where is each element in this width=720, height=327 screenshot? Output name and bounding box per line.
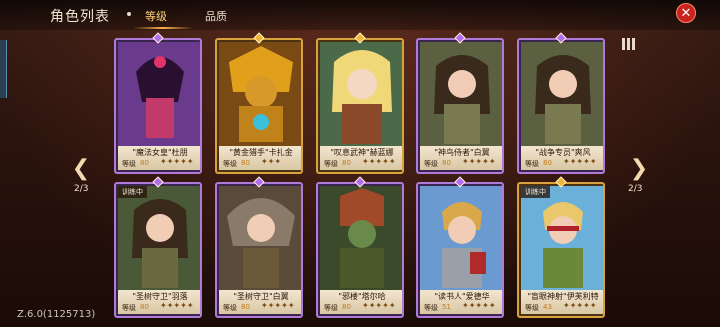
training-badge: 训练中 bbox=[118, 186, 147, 198]
version-text: Z.6.0(1125713) bbox=[17, 309, 96, 320]
hero-portrait bbox=[420, 42, 502, 150]
card-nameplate: "战争专员"爽风 等级 80 ✦✦✦✦✦ bbox=[521, 146, 603, 170]
active-tab-underline bbox=[133, 27, 193, 29]
star-rating: ✦✦✦✦✦ bbox=[261, 301, 295, 310]
chevron-left-icon: ❮ bbox=[71, 156, 91, 181]
chevron-right-icon: ❯ bbox=[629, 156, 649, 181]
tab-quality[interactable]: 品质 bbox=[205, 8, 227, 24]
next-page-button[interactable]: ❯ bbox=[628, 158, 650, 180]
card-frame: "读书人"爱德华 等级 51 ✦✦✦✦✦ bbox=[416, 182, 504, 318]
hero-portrait bbox=[521, 186, 603, 294]
level-value: 80 bbox=[342, 159, 351, 167]
level-value: 80 bbox=[543, 159, 552, 167]
card-nameplate: "圣树守卫"白翼 等级 80 ✦✦✦✦✦ bbox=[219, 290, 301, 314]
level-value: 80 bbox=[241, 303, 250, 311]
hero-card[interactable]: "圣树守卫"白翼 等级 80 ✦✦✦✦✦ bbox=[215, 176, 303, 318]
level-value: 80 bbox=[140, 303, 149, 311]
star-rating: ✦✦✦✦✦ bbox=[462, 157, 496, 166]
card-nameplate: "读书人"爱德华 等级 51 ✦✦✦✦✦ bbox=[420, 290, 502, 314]
level-value: 43 bbox=[543, 303, 552, 311]
star-rating: ✦✦✦✦✦ bbox=[362, 301, 396, 310]
card-nameplate: "魔法女皇"杜朋 等级 80 ✦✦✦✦✦ bbox=[118, 146, 200, 170]
hero-portrait bbox=[320, 42, 402, 150]
hero-portrait bbox=[420, 186, 502, 294]
star-rating: ✦✦✦✦✦ bbox=[160, 301, 194, 310]
hero-card[interactable]: "神鸟侍者"白翼 等级 80 ✦✦✦✦✦ bbox=[416, 32, 504, 174]
level-label: 等级 bbox=[122, 160, 136, 168]
card-nameplate: "圣树守卫"羽落 等级 80 ✦✦✦✦✦ bbox=[118, 290, 200, 314]
page-indicator-right: 2/3 bbox=[628, 184, 643, 194]
card-frame: "黄金猎手"卡扎金 等级 80 ✦✦✦ bbox=[215, 38, 303, 174]
hero-portrait bbox=[320, 186, 402, 294]
card-frame: 训练中 "圣树守卫"羽落 等级 80 ✦✦✦✦✦ bbox=[114, 182, 202, 318]
card-frame: "邪楼"塔尔哈 等级 80 ✦✦✦✦✦ bbox=[316, 182, 404, 318]
card-nameplate: "神鸟侍者"白翼 等级 80 ✦✦✦✦✦ bbox=[420, 146, 502, 170]
hero-card[interactable]: "魔法女皇"杜朋 等级 80 ✦✦✦✦✦ bbox=[114, 32, 202, 174]
side-tab-handle[interactable] bbox=[0, 40, 7, 98]
hero-portrait bbox=[219, 42, 301, 150]
card-frame: "战争专员"爽风 等级 80 ✦✦✦✦✦ bbox=[517, 38, 605, 174]
level-label: 等级 bbox=[324, 160, 338, 168]
card-frame: "魔法女皇"杜朋 等级 80 ✦✦✦✦✦ bbox=[114, 38, 202, 174]
card-nameplate: "盲眼神射"伊芙利特 等级 43 ✦✦✦✦✦ bbox=[521, 290, 603, 314]
star-rating: ✦✦✦✦✦ bbox=[563, 301, 597, 310]
hero-portrait bbox=[521, 42, 603, 150]
star-rating: ✦✦✦✦✦ bbox=[563, 157, 597, 166]
card-nameplate: "黄金猎手"卡扎金 等级 80 ✦✦✦ bbox=[219, 146, 301, 170]
level-label: 等级 bbox=[122, 304, 136, 312]
level-value: 80 bbox=[342, 303, 351, 311]
filter-icon[interactable] bbox=[622, 38, 636, 50]
training-badge: 训练中 bbox=[521, 186, 550, 198]
hero-card[interactable]: "叹息武神"赫蓝娜 等级 80 ✦✦✦✦✦ bbox=[316, 32, 404, 174]
level-value: 80 bbox=[241, 159, 250, 167]
level-label: 等级 bbox=[223, 160, 237, 168]
level-value: 80 bbox=[442, 159, 451, 167]
star-rating: ✦✦✦✦✦ bbox=[462, 301, 496, 310]
hero-card[interactable]: "读书人"爱德华 等级 51 ✦✦✦✦✦ bbox=[416, 176, 504, 318]
tab-level[interactable]: 等级 bbox=[145, 8, 167, 24]
page-title: 角色列表 bbox=[50, 9, 110, 25]
hero-card[interactable]: "黄金猎手"卡扎金 等级 80 ✦✦✦ bbox=[215, 32, 303, 174]
card-frame: 训练中 "盲眼神射"伊芙利特 等级 43 ✦✦✦✦✦ bbox=[517, 182, 605, 318]
star-rating: ✦✦✦✦✦ bbox=[160, 157, 194, 166]
close-button[interactable]: ✕ bbox=[676, 3, 696, 23]
card-frame: "圣树守卫"白翼 等级 80 ✦✦✦✦✦ bbox=[215, 182, 303, 318]
hero-card[interactable]: 训练中 "盲眼神射"伊芙利特 等级 43 ✦✦✦✦✦ bbox=[517, 176, 605, 318]
hero-portrait bbox=[118, 42, 200, 150]
hero-card[interactable]: "战争专员"爽风 等级 80 ✦✦✦✦✦ bbox=[517, 32, 605, 174]
card-frame: "神鸟侍者"白翼 等级 80 ✦✦✦✦✦ bbox=[416, 38, 504, 174]
tab-indicator-dot bbox=[127, 12, 131, 16]
level-label: 等级 bbox=[223, 304, 237, 312]
page-indicator-left: 2/3 bbox=[74, 184, 89, 194]
card-nameplate: "邪楼"塔尔哈 等级 80 ✦✦✦✦✦ bbox=[320, 290, 402, 314]
prev-page-button[interactable]: ❮ bbox=[70, 158, 92, 180]
hero-portrait bbox=[219, 186, 301, 294]
level-label: 等级 bbox=[324, 304, 338, 312]
hero-card[interactable]: 训练中 "圣树守卫"羽落 等级 80 ✦✦✦✦✦ bbox=[114, 176, 202, 318]
level-label: 等级 bbox=[525, 160, 539, 168]
hero-card[interactable]: "邪楼"塔尔哈 等级 80 ✦✦✦✦✦ bbox=[316, 176, 404, 318]
level-value: 80 bbox=[140, 159, 149, 167]
close-icon: ✕ bbox=[680, 6, 692, 21]
level-value: 51 bbox=[442, 303, 451, 311]
star-rating: ✦✦✦✦✦ bbox=[362, 157, 396, 166]
level-label: 等级 bbox=[424, 160, 438, 168]
level-label: 等级 bbox=[525, 304, 539, 312]
card-nameplate: "叹息武神"赫蓝娜 等级 80 ✦✦✦✦✦ bbox=[320, 146, 402, 170]
card-frame: "叹息武神"赫蓝娜 等级 80 ✦✦✦✦✦ bbox=[316, 38, 404, 174]
level-label: 等级 bbox=[424, 304, 438, 312]
star-rating: ✦✦✦ bbox=[261, 157, 282, 166]
hero-portrait bbox=[118, 186, 200, 294]
top-bar: 角色列表 等级 品质 ✕ bbox=[0, 0, 720, 30]
